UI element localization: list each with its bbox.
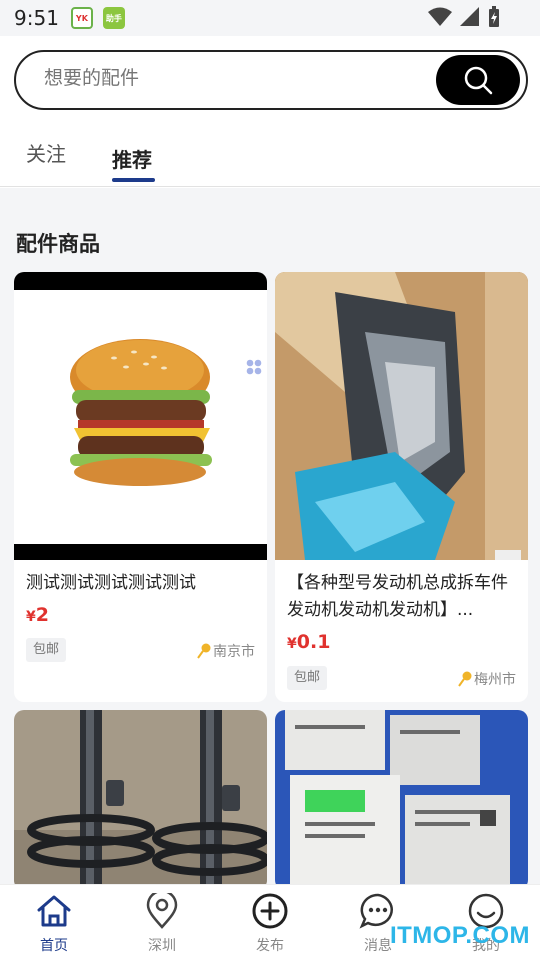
shipping-tag: 包邮 — [26, 638, 67, 662]
location-pin-icon — [146, 889, 178, 929]
tabbar-home[interactable]: 首页 — [14, 893, 94, 955]
tabbar-label: 发布 — [256, 938, 284, 954]
shipping-tag: 包邮 — [287, 666, 328, 690]
product-location: 南京市 — [197, 641, 255, 661]
battery-icon — [489, 6, 499, 27]
divider — [0, 186, 540, 187]
search-button[interactable] — [436, 55, 520, 105]
tab-follow[interactable]: 关注 — [26, 138, 66, 167]
section-title: 配件商品 — [16, 232, 100, 256]
search-icon — [464, 66, 493, 95]
tab-recommend[interactable]: 推荐 — [112, 144, 152, 173]
product-title: 测试测试测试测试测试 — [26, 573, 196, 593]
tabbar-publish[interactable]: 发布 — [230, 893, 310, 955]
location-pin-icon — [197, 643, 211, 659]
location-text: 南京市 — [213, 644, 255, 660]
currency-symbol: ¥ — [26, 609, 36, 625]
product-card[interactable]: 测试测试测试测试测试 ¥2 包邮 南京市 — [14, 272, 267, 702]
product-card[interactable] — [275, 710, 528, 890]
price-value: 0.1 — [296, 631, 331, 653]
app-notification-icon: YK — [70, 7, 93, 29]
product-image — [14, 710, 267, 890]
status-bar: 9:51 YK 助手 — [0, 0, 540, 36]
product-card[interactable]: 【各种型号发动机总成拆车件 发动机发动机发动机】... ¥0.1 包邮 梅州市 — [275, 272, 528, 702]
product-title: 【各种型号发动机总成拆车件 发动机发动机发动机】... — [287, 573, 508, 620]
wifi-icon — [428, 7, 452, 26]
tabbar-city[interactable]: 深圳 — [122, 889, 202, 955]
currency-symbol: ¥ — [287, 636, 297, 652]
location-pin-icon — [458, 671, 472, 687]
tabbar-label: 深圳 — [148, 938, 176, 954]
product-image — [275, 272, 528, 560]
product-card[interactable] — [14, 710, 267, 890]
header: 关注 推荐 — [0, 36, 540, 188]
search-bar — [14, 50, 528, 110]
product-image — [275, 710, 528, 890]
plus-circle-icon — [252, 893, 288, 929]
feed-tabs: 关注 推荐 — [0, 132, 540, 188]
app-notification-icon: 助手 — [102, 7, 125, 29]
product-price: ¥2 — [26, 604, 49, 626]
price-value: 2 — [35, 604, 49, 626]
product-price: ¥0.1 — [287, 631, 330, 653]
product-location: 梅州市 — [458, 669, 516, 689]
search-input[interactable] — [44, 67, 404, 89]
home-icon — [37, 895, 71, 927]
status-time: 9:51 — [14, 6, 59, 30]
watermark: ITMOP.COM — [389, 922, 530, 949]
active-tab-indicator — [112, 178, 155, 182]
product-image — [14, 272, 267, 560]
signal-icon — [460, 7, 479, 26]
tabbar-label: 首页 — [40, 938, 68, 954]
location-text: 梅州市 — [474, 672, 516, 688]
status-indicators — [428, 6, 500, 28]
